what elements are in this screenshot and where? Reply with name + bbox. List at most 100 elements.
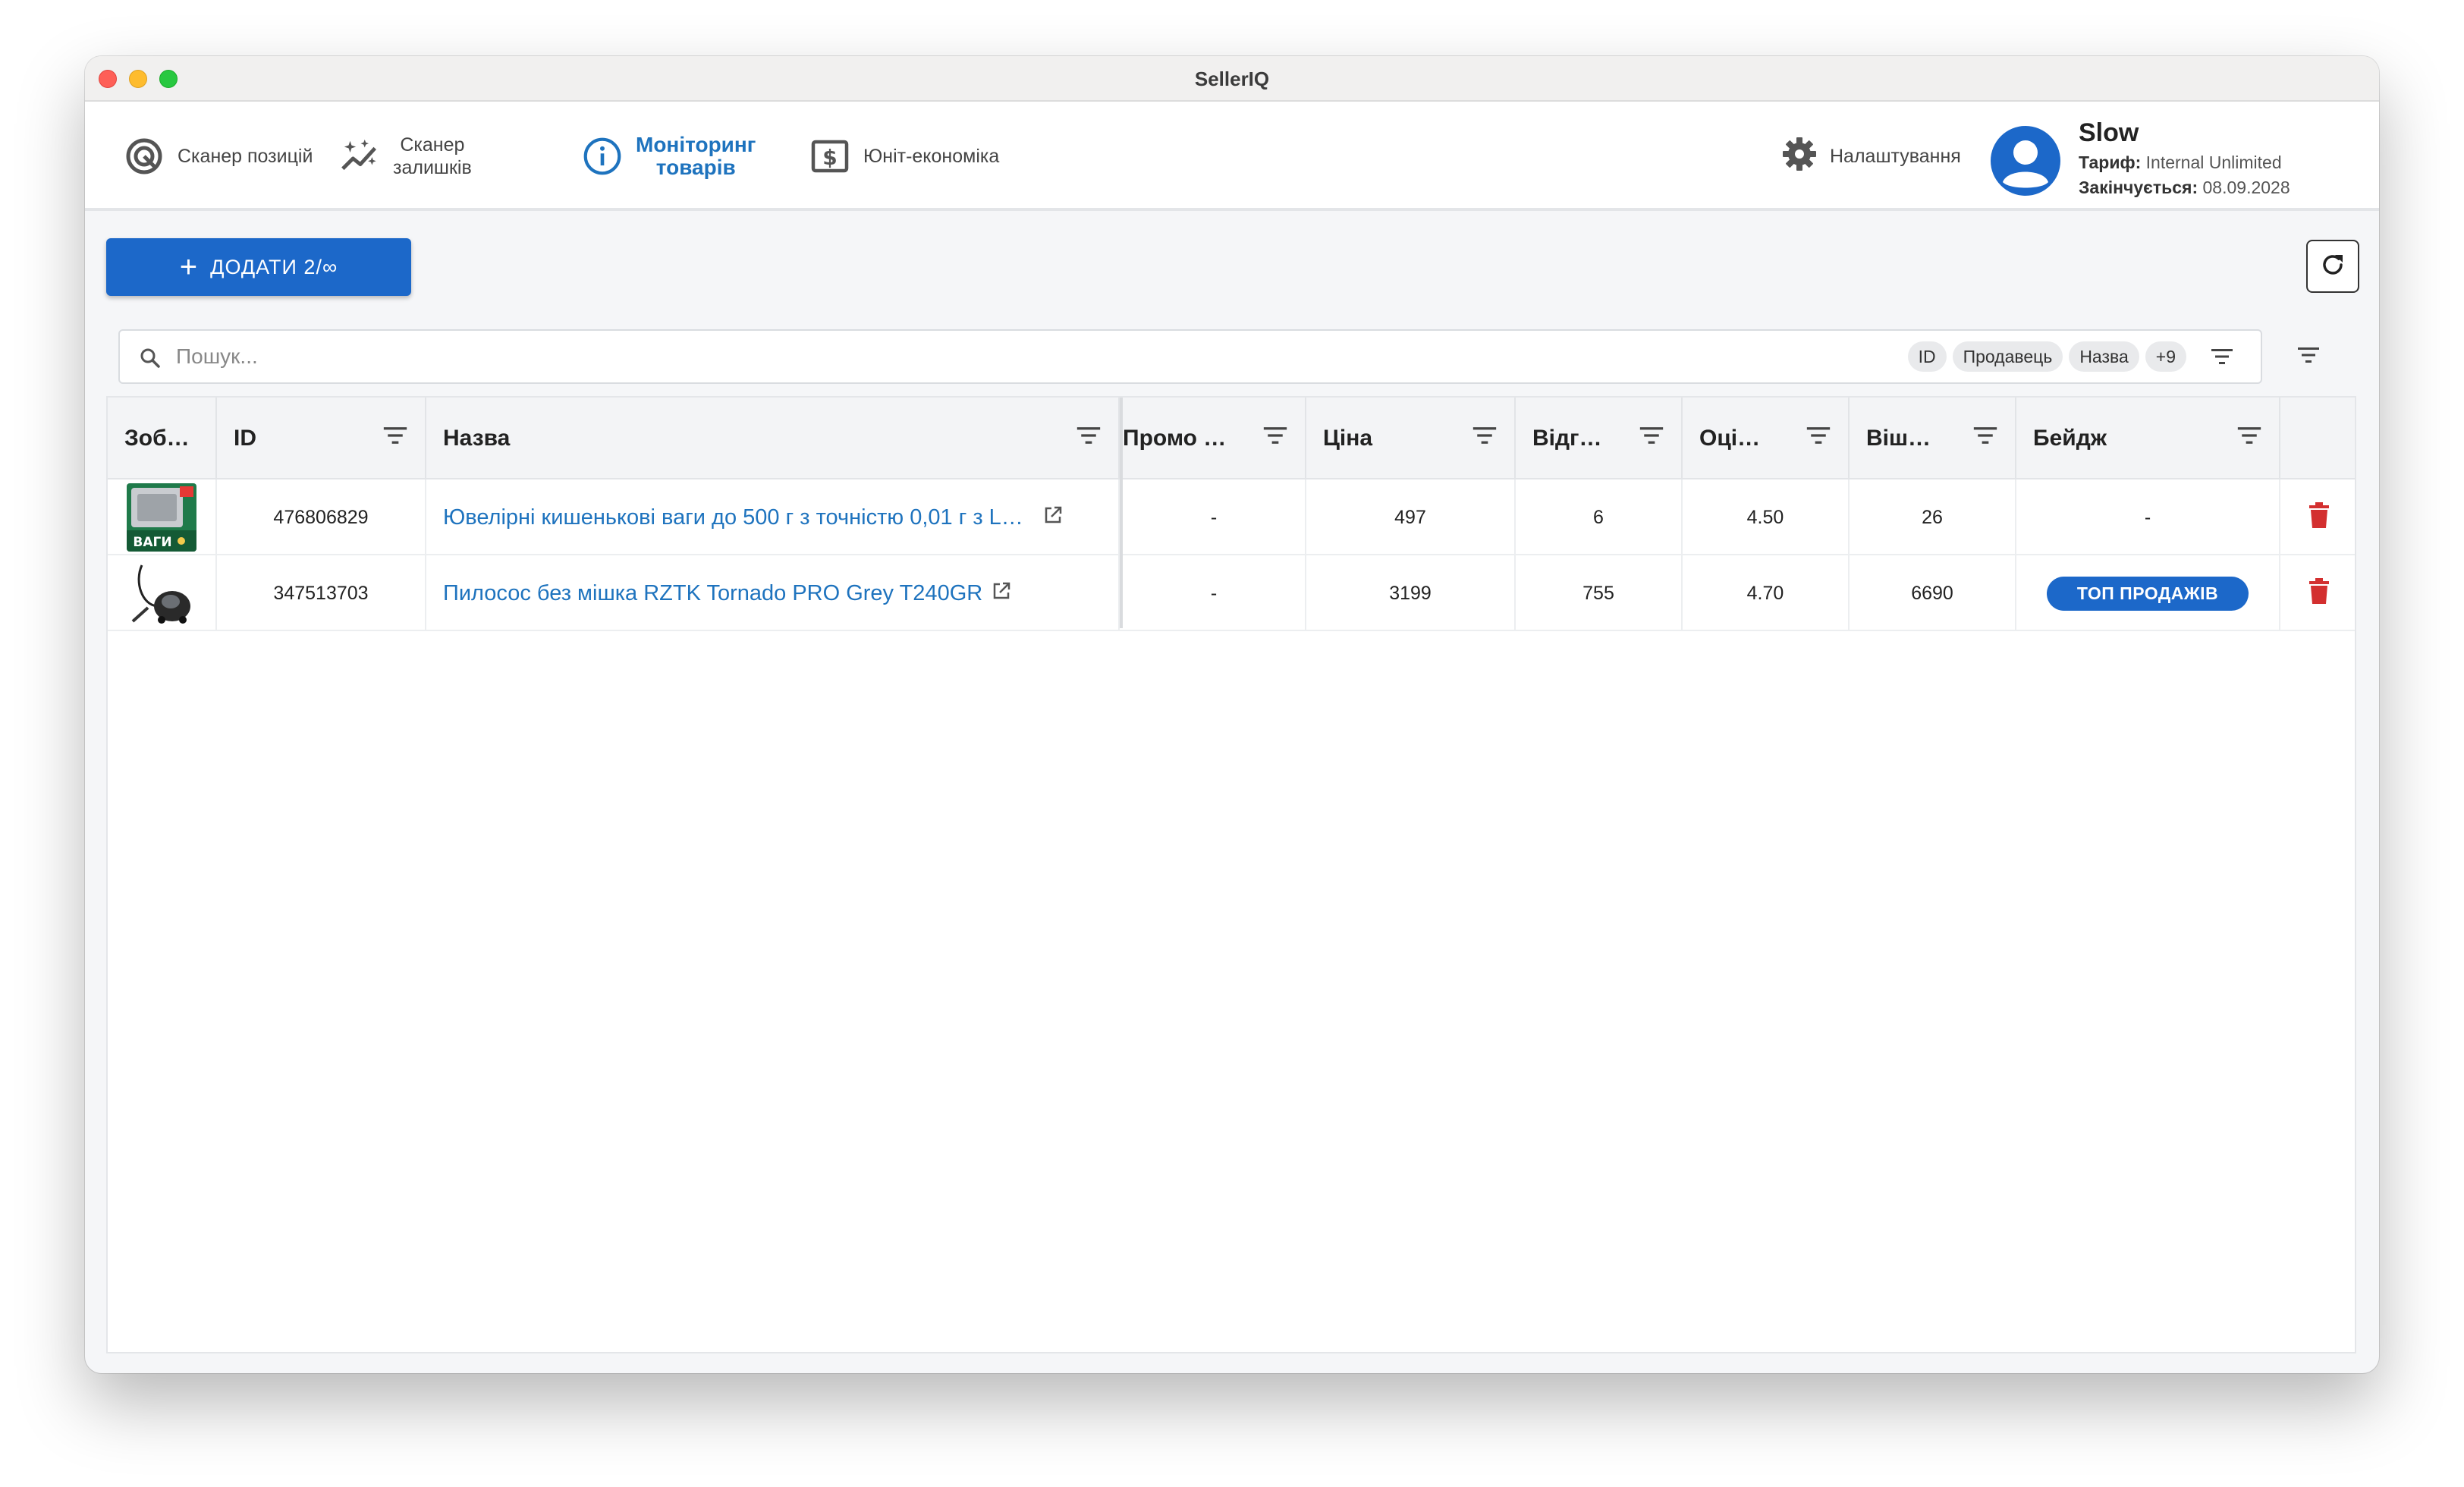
refresh-button[interactable] xyxy=(2306,240,2359,293)
trash-icon[interactable] xyxy=(2309,501,2329,533)
search-input[interactable] xyxy=(176,340,1693,373)
column-header-name[interactable]: Назва xyxy=(426,398,1120,479)
trash-icon[interactable] xyxy=(2309,577,2329,609)
cell-reviews: 6 xyxy=(1516,479,1683,555)
filter-icon[interactable] xyxy=(1639,426,1664,451)
external-link-icon[interactable] xyxy=(992,581,1011,606)
cell-promo: - xyxy=(1123,555,1306,631)
user-info: Slow Тариф: Internal Unlimited Закінчуєт… xyxy=(2079,115,2290,198)
filter-icon[interactable] xyxy=(382,426,408,451)
search-bar: ID Продавець Назва +9 xyxy=(118,329,2262,384)
cell-id: 347513703 xyxy=(217,555,426,631)
search-icon xyxy=(140,347,161,373)
table-row[interactable]: 347513703 Пилосос без мішка RZTK Tornado… xyxy=(108,555,2355,631)
svg-text:$: $ xyxy=(822,145,837,170)
cell-wishlist: 26 xyxy=(1850,479,2016,555)
settings-label: Налаштування xyxy=(1830,145,1961,167)
add-product-button[interactable]: + ДОДАТИ 2/∞ xyxy=(106,238,411,296)
nav-label-line2: товарів xyxy=(655,156,736,179)
title-bar: SellerIQ xyxy=(85,56,2379,102)
plan-value: Internal Unlimited xyxy=(2145,152,2282,172)
column-header-badge[interactable]: Бейдж xyxy=(2016,398,2280,479)
nav-label: Сканер залишків xyxy=(393,134,472,179)
filter-icon[interactable] xyxy=(1472,426,1498,451)
table-header: Зоб… ID Назва Промо … Ціна Відг… Оці… Ві… xyxy=(108,398,2355,479)
column-header-reviews[interactable]: Відг… xyxy=(1516,398,1683,479)
settings-button[interactable]: Налаштування xyxy=(1781,102,1961,211)
product-link[interactable]: Ювелірні кишенькові ваги до 500 г з точн… xyxy=(443,505,1023,530)
search-chip-name[interactable]: Назва xyxy=(2069,341,2139,372)
add-button-label: ДОДАТИ 2/∞ xyxy=(210,255,338,278)
external-link-icon[interactable] xyxy=(1043,505,1063,530)
cell-price: 3199 xyxy=(1306,555,1516,631)
cell-rating: 4.70 xyxy=(1683,555,1850,631)
column-title: Віш… xyxy=(1866,426,1931,451)
avatar-icon xyxy=(1991,126,2060,196)
nav-label: Юніт-економіка xyxy=(863,145,1000,167)
column-title: Бейдж xyxy=(2033,426,2107,451)
plan-label: Тариф: xyxy=(2079,152,2142,172)
cell-reviews: 755 xyxy=(1516,555,1683,631)
user-profile[interactable]: Slow Тариф: Internal Unlimited Закінчуєт… xyxy=(1991,115,2290,198)
nav-item-stock-scanner[interactable]: Сканер залишків xyxy=(340,102,472,211)
column-title: Назва xyxy=(443,426,511,451)
filter-icon[interactable] xyxy=(1806,426,1831,451)
cell-image xyxy=(108,555,217,631)
nav-label-line1: Сканер xyxy=(400,134,465,156)
cell-actions xyxy=(2280,555,2358,631)
expiry-value: 08.09.2028 xyxy=(2202,178,2290,197)
column-title: Ціна xyxy=(1323,426,1373,451)
nav-item-unit-economics[interactable]: $ Юніт-економіка xyxy=(810,102,999,211)
status-badge: ТОП ПРОДАЖІВ xyxy=(2046,576,2249,611)
refresh-icon xyxy=(2320,252,2346,281)
window-title: SellerIQ xyxy=(1194,68,1270,90)
column-title: Відг… xyxy=(1532,426,1602,451)
nav-label-line1: Моніторинг xyxy=(636,133,756,156)
pinned-columns-divider[interactable] xyxy=(1120,398,1123,628)
expiry-label: Закінчується: xyxy=(2079,178,2198,197)
filter-icon[interactable] xyxy=(1076,426,1102,451)
column-header-actions xyxy=(2280,398,2358,479)
products-table: Зоб… ID Назва Промо … Ціна Відг… Оці… Ві… xyxy=(106,396,2356,1353)
column-title: ID xyxy=(234,426,256,451)
column-header-id[interactable]: ID xyxy=(217,398,426,479)
target-icon xyxy=(124,137,164,176)
search-filter-icon[interactable] xyxy=(2211,347,2233,369)
column-header-rating[interactable]: Оці… xyxy=(1683,398,1850,479)
filter-icon[interactable] xyxy=(2236,426,2262,451)
app-window: SellerIQ Сканер позицій Сканер залишків … xyxy=(85,56,2379,1373)
cell-image: ВАГИ xyxy=(108,479,217,555)
search-chip-seller[interactable]: Продавець xyxy=(1952,341,2063,372)
thumbnail-text: ВАГИ xyxy=(133,535,171,550)
cell-rating: 4.50 xyxy=(1683,479,1850,555)
dollar-box-icon: $ xyxy=(810,137,850,176)
column-header-image[interactable]: Зоб… xyxy=(108,398,217,479)
product-link[interactable]: Пилосос без мішка RZTK Tornado PRO Grey … xyxy=(443,581,982,606)
search-chip-id[interactable]: ID xyxy=(1907,341,1947,372)
nav-label-line2: залишків xyxy=(393,157,472,178)
column-header-price[interactable]: Ціна xyxy=(1306,398,1516,479)
product-thumbnail[interactable]: ВАГИ xyxy=(127,483,196,552)
cell-id: 476806829 xyxy=(217,479,426,555)
table-row[interactable]: ВАГИ 476806829 Ювелірні кишенькові ваги … xyxy=(108,479,2355,555)
column-title: Зоб… xyxy=(124,426,190,451)
search-field-chips: ID Продавець Назва +9 xyxy=(1907,341,2186,372)
column-filter-icon[interactable] xyxy=(2297,346,2320,368)
cell-actions xyxy=(2280,479,2358,555)
nav-item-position-scanner[interactable]: Сканер позицій xyxy=(124,102,313,211)
user-name: Slow xyxy=(2079,118,2139,147)
cell-name: Пилосос без мішка RZTK Tornado PRO Grey … xyxy=(426,555,1120,631)
cell-badge: ТОП ПРОДАЖІВ xyxy=(2016,555,2280,631)
nav-item-product-monitoring[interactable]: Моніторинг товарів xyxy=(583,102,756,211)
filter-icon[interactable] xyxy=(1262,426,1288,451)
plus-icon: + xyxy=(179,250,199,284)
filter-icon[interactable] xyxy=(1972,426,1998,451)
product-thumbnail[interactable] xyxy=(127,559,196,627)
column-header-promo[interactable]: Промо … xyxy=(1123,398,1306,479)
search-chip-more[interactable]: +9 xyxy=(2145,341,2186,372)
magic-wand-icon xyxy=(340,137,379,176)
top-navigation: Сканер позицій Сканер залишків Моніторин… xyxy=(85,102,2379,211)
column-title: Оці… xyxy=(1699,426,1761,451)
user-expiry: Закінчується: 08.09.2028 xyxy=(2079,178,2290,198)
column-header-wishlist[interactable]: Віш… xyxy=(1850,398,2016,479)
